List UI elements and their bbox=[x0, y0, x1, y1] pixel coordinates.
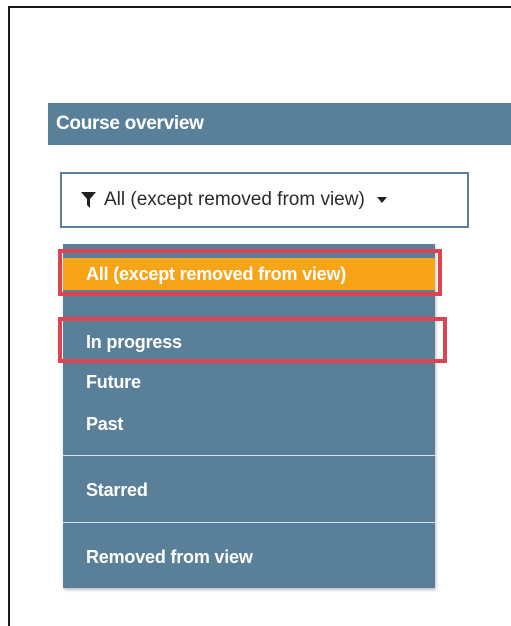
menu-item-all[interactable]: All (except removed from view) bbox=[63, 258, 435, 290]
filter-funnel-icon bbox=[81, 192, 96, 208]
menu-item-in-progress[interactable]: In progress bbox=[63, 326, 435, 358]
caret-down-icon bbox=[376, 197, 387, 203]
block-title: Course overview bbox=[56, 113, 204, 134]
filter-dropdown-button[interactable]: All (except removed from view) bbox=[60, 172, 469, 228]
course-overview-header: Course overview bbox=[48, 103, 511, 145]
filter-dropdown-label: All (except removed from view) bbox=[104, 189, 365, 210]
menu-divider bbox=[63, 522, 435, 523]
menu-item-removed-from-view[interactable]: Removed from view bbox=[63, 541, 435, 573]
menu-item-past[interactable]: Past bbox=[63, 408, 435, 440]
menu-item-future[interactable]: Future bbox=[63, 366, 435, 398]
menu-divider bbox=[63, 455, 435, 456]
filter-dropdown-menu: All (except removed from view) In progre… bbox=[63, 244, 435, 588]
menu-item-starred[interactable]: Starred bbox=[63, 474, 435, 506]
